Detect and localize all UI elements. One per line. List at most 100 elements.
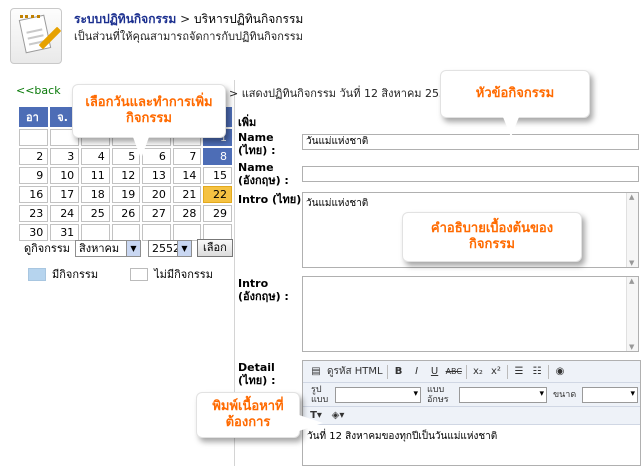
- back-link[interactable]: <<back: [16, 84, 61, 97]
- calendar-week-row: 23 24 25 26 27 28 29: [19, 205, 232, 222]
- callout-tail: [503, 117, 519, 137]
- calendar-day[interactable]: 24: [50, 205, 80, 222]
- scrollbar[interactable]: [626, 193, 638, 267]
- has-activity-swatch: [28, 267, 46, 281]
- format-label: รูปแบบ: [311, 385, 329, 405]
- calendar-day[interactable]: 12: [111, 167, 141, 184]
- calendar-day[interactable]: 10: [50, 167, 80, 184]
- legend-has-activity: มีกิจกรรม: [52, 268, 99, 281]
- name-en-label: Name (อังกฤษ) :: [238, 161, 289, 187]
- calendar-day[interactable]: 9: [19, 167, 49, 184]
- size-dropdown[interactable]: [582, 387, 638, 403]
- callout-intro-description-text: คำอธิบายเบื้องต้นของกิจกรรม: [430, 221, 554, 252]
- breadcrumb-separator: >: [180, 12, 191, 26]
- numbered-list-icon[interactable]: ☰: [512, 366, 526, 377]
- calendar-day[interactable]: 22: [203, 186, 232, 203]
- calendar-day[interactable]: 28: [172, 205, 202, 222]
- underline-button[interactable]: U: [428, 366, 442, 377]
- subscript-button[interactable]: x₂: [471, 366, 485, 377]
- callout-select-day-text: เลือกวันและทำการเพิ่มกิจกรรม: [85, 95, 213, 126]
- calendar-week-row: 16 17 18 19 20 21 22: [19, 186, 232, 203]
- calendar-legend: มีกิจกรรม ไม่มีกิจกรรม: [28, 265, 213, 283]
- calendar-day[interactable]: 25: [81, 205, 110, 222]
- calendar-day[interactable]: 23: [19, 205, 49, 222]
- header: ระบบปฏิทินกิจกรรม > บริหารปฏิทินกิจกรรม …: [0, 0, 641, 74]
- calendar-day[interactable]: 11: [81, 167, 110, 184]
- superscript-button[interactable]: x²: [489, 366, 503, 377]
- calendar-empty-cell: [19, 129, 49, 146]
- calendar-day[interactable]: 20: [142, 186, 171, 203]
- name-th-label: Name (ไทย) :: [238, 131, 276, 157]
- editor-toolbar-colors: T▾ ◈▾: [303, 407, 640, 425]
- background-color-icon[interactable]: ◈▾: [331, 410, 345, 421]
- font-label: แบบอักษร: [427, 385, 449, 405]
- activity-date-title: > แสดงปฏิทินกิจกรรม วันที่ 12 สิงหาคม 25…: [229, 87, 454, 100]
- calendar-day[interactable]: 21: [172, 186, 202, 203]
- calendar-day[interactable]: 14: [172, 167, 202, 184]
- toolbar-separator: [386, 364, 388, 379]
- italic-button[interactable]: I: [410, 366, 424, 377]
- year-select[interactable]: 2552 ▼: [147, 239, 192, 257]
- bullet-list-icon[interactable]: ☷: [530, 366, 544, 377]
- calendar-day[interactable]: 13: [142, 167, 171, 184]
- detail-th-label: Detail (ไทย) :: [238, 361, 276, 387]
- year-select-value: 2552: [151, 241, 180, 255]
- intro-en-textarea[interactable]: [302, 276, 639, 352]
- toolbar-separator: [547, 364, 549, 379]
- calendar-day[interactable]: 27: [142, 205, 171, 222]
- callout-select-day: เลือกวันและทำการเพิ่มกิจกรรม: [72, 84, 226, 159]
- legend-no-activity: ไม่มีกิจกรรม: [154, 268, 213, 281]
- breadcrumb-calendar-link[interactable]: ระบบปฏิทินกิจกรรม: [74, 12, 176, 26]
- calendar-day[interactable]: 4: [81, 148, 110, 165]
- calendar-day[interactable]: 16: [19, 186, 49, 203]
- callout-tail: [299, 415, 323, 431]
- month-select-value: สิงหาคม: [78, 241, 120, 255]
- rich-text-editor: ▤ ดูรหัส HTML B I U ABC x₂ x² ☰ ☷ ◉ รูปแ…: [302, 360, 641, 466]
- calendar-day[interactable]: 19: [111, 186, 141, 203]
- size-label: ขนาด: [553, 390, 577, 400]
- globe-icon[interactable]: ◉: [553, 366, 567, 377]
- view-activities-label: ดูกิจกรรม: [24, 242, 70, 255]
- strikethrough-button[interactable]: ABC: [446, 367, 462, 376]
- intro-th-label: Intro (ไทย) :: [238, 193, 310, 206]
- toolbar-separator: [506, 364, 508, 379]
- html-source-icon[interactable]: ▤: [309, 366, 323, 377]
- select-button[interactable]: เลือก: [196, 239, 233, 257]
- callout-intro-description: คำอธิบายเบื้องต้นของกิจกรรม: [402, 212, 582, 262]
- callout-topic: หัวข้อกิจกรรม: [440, 70, 590, 137]
- calendar-day[interactable]: 7: [172, 148, 202, 165]
- scrollbar[interactable]: [626, 277, 638, 351]
- calendar-day[interactable]: 17: [50, 186, 80, 203]
- callout-topic-text: หัวข้อกิจกรรม: [475, 86, 555, 101]
- calendar-day[interactable]: 18: [81, 186, 110, 203]
- add-label: เพิ่ม: [238, 116, 257, 129]
- calendar-weekday-header: อา: [19, 107, 49, 127]
- calendar-week-row: 9 10 11 12 13 14 15: [19, 167, 232, 184]
- editor-toolbar-format: รูปแบบ แบบอักษร ขนาด: [303, 383, 640, 407]
- calendar-day[interactable]: 3: [50, 148, 80, 165]
- name-th-input[interactable]: วันแม่แห่งชาติ: [302, 134, 639, 150]
- name-en-input[interactable]: [302, 166, 639, 182]
- no-activity-swatch: [130, 267, 149, 281]
- calendar-day[interactable]: 15: [203, 167, 232, 184]
- calendar-day[interactable]: 29: [203, 205, 232, 222]
- font-dropdown[interactable]: [459, 387, 547, 403]
- intro-th-text: วันแม่แห่งชาติ: [306, 198, 369, 209]
- bold-button[interactable]: B: [392, 366, 406, 377]
- calendar-day[interactable]: 8: [203, 148, 232, 165]
- callout-tail: [133, 137, 149, 159]
- calendar-day[interactable]: 26: [111, 205, 141, 222]
- callout-type-content-text: พิมพ์เนื้อหาที่ต้องการ: [212, 399, 284, 430]
- month-select[interactable]: สิงหาคม ▼: [74, 239, 141, 257]
- editor-content[interactable]: วันที่ 12 สิงหาคมของทุกปีเป็นวันแม่แห่งช…: [307, 429, 497, 444]
- editor-toolbar-main: ▤ ดูรหัส HTML B I U ABC x₂ x² ☰ ☷ ◉: [303, 361, 640, 383]
- intro-en-label: Intro (อังกฤษ) :: [238, 277, 289, 303]
- page-subtitle: เป็นส่วนที่ให้คุณสามารถจัดการกับปฏิทินกิ…: [74, 30, 303, 43]
- calendar-week-row: 2345678: [19, 148, 232, 165]
- calendar-notebook-icon: [10, 8, 62, 64]
- chevron-down-icon: ▼: [176, 240, 191, 256]
- calendar-day[interactable]: 2: [19, 148, 49, 165]
- format-dropdown[interactable]: [335, 387, 421, 403]
- view-html-button[interactable]: ดูรหัส HTML: [327, 364, 383, 379]
- callout-type-content: พิมพ์เนื้อหาที่ต้องการ: [196, 392, 323, 438]
